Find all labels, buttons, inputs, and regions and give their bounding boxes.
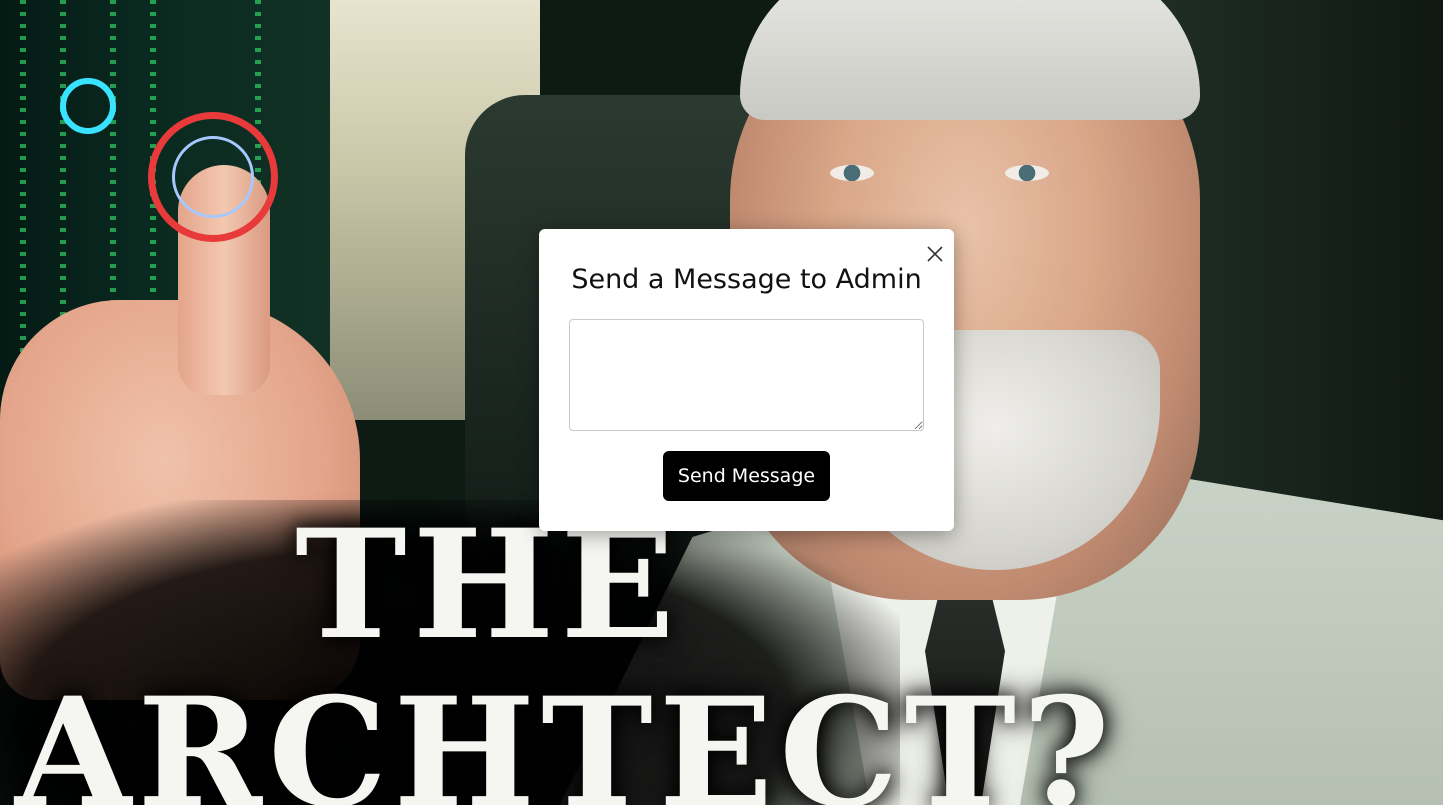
- message-modal: Send a Message to Admin Send Message: [539, 229, 954, 531]
- page: THE ARCHTECT? Send a Message to Admin Se…: [0, 0, 1443, 805]
- send-message-button[interactable]: Send Message: [663, 451, 830, 501]
- background-code-column: [20, 0, 26, 380]
- message-textarea[interactable]: [569, 319, 924, 431]
- background-hud-ring-icon: [172, 136, 254, 218]
- background-title-line-1: THE: [295, 497, 681, 673]
- background-eye-right: [1005, 165, 1049, 181]
- background-title-line-2: ARCHTECT?: [15, 665, 1116, 805]
- background-eye-left: [830, 165, 874, 181]
- background-hud-ring-icon: [60, 78, 116, 134]
- background-hair: [740, 0, 1200, 120]
- modal-title: Send a Message to Admin: [571, 264, 922, 295]
